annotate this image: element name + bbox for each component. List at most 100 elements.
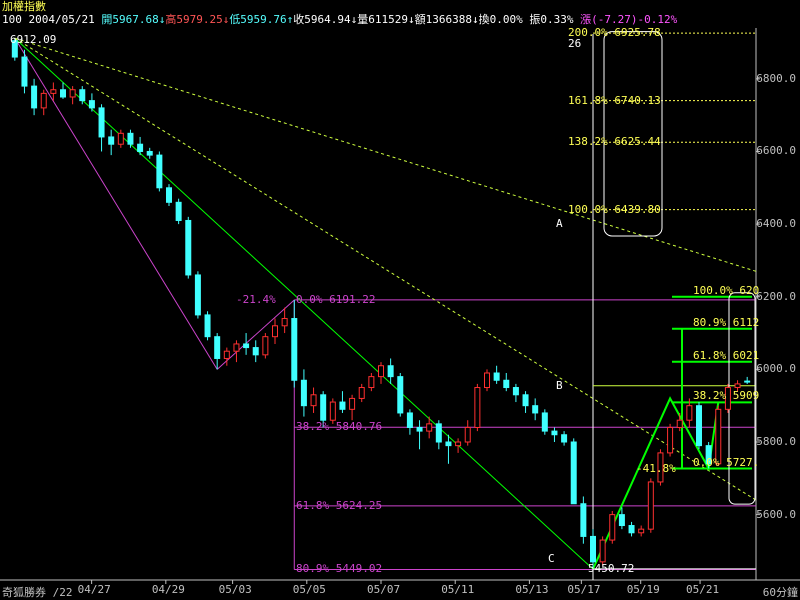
- candle-body: [493, 372, 500, 381]
- candle-body: [512, 387, 519, 396]
- candle-body: [368, 376, 375, 389]
- candle: [647, 478, 654, 533]
- candle-body: [320, 394, 327, 421]
- candle: [349, 394, 356, 421]
- candle-body: [618, 514, 625, 527]
- candle-body: [310, 394, 317, 407]
- candle-body: [262, 336, 269, 356]
- candle-body: [79, 89, 86, 102]
- candle: [484, 369, 490, 392]
- chart-stage[interactable]: 加權指數 100 2004/05/21 開5967.68↓高5979.25↓低5…: [0, 0, 800, 600]
- candle: [551, 427, 558, 442]
- candle: [156, 151, 163, 192]
- candle-body: [146, 150, 153, 156]
- candle-body: [744, 380, 751, 383]
- software-brand: 奇狐勝券 /22: [2, 586, 73, 599]
- candle: [744, 376, 751, 384]
- candle: [339, 391, 346, 413]
- candle: [300, 369, 307, 417]
- y-tick-label: 6000.0: [756, 362, 796, 376]
- candle-body: [50, 89, 57, 94]
- candle-body: [156, 154, 163, 189]
- candle-body: [185, 219, 192, 276]
- candle-body: [21, 56, 28, 87]
- right-fib-label: 80.9% 6112: [693, 315, 760, 329]
- candle-body: [166, 187, 172, 203]
- candle-body: [599, 539, 606, 563]
- candle: [108, 129, 115, 156]
- candle-body: [127, 132, 134, 145]
- candle: [503, 373, 510, 392]
- candle: [406, 409, 413, 435]
- candle-body: [233, 343, 240, 352]
- right-fib-label: 61.8% 6021: [693, 348, 760, 362]
- fib-label: 80.9% 5449.02: [296, 562, 383, 576]
- candle-body: [397, 376, 404, 414]
- candle: [435, 420, 442, 450]
- candle-body: [223, 350, 230, 359]
- magenta-trend-line: [14, 37, 218, 370]
- candle-body: [252, 347, 259, 356]
- x-tick-label: 05/07: [367, 583, 401, 596]
- candle: [127, 129, 134, 148]
- fib-label: -21.4%: [236, 292, 276, 306]
- candle: [233, 340, 240, 363]
- candle-body: [551, 430, 558, 436]
- candle: [397, 373, 404, 417]
- candle-body: [349, 397, 356, 410]
- candle-body: [580, 503, 587, 537]
- swing-label-b: B: [556, 378, 563, 392]
- candle: [696, 402, 702, 450]
- price-chart[interactable]: [0, 0, 800, 600]
- candle-body: [638, 528, 645, 534]
- candle: [214, 333, 221, 370]
- candle-body: [60, 89, 66, 98]
- right-fib-label: 38.2% 5909: [693, 389, 760, 403]
- candle: [455, 438, 462, 453]
- candle: [378, 362, 384, 384]
- candle-body: [734, 383, 741, 389]
- candle-body: [137, 143, 144, 152]
- candle-body: [426, 423, 433, 432]
- period-selector[interactable]: 60分鐘: [763, 584, 798, 600]
- candle-body: [108, 136, 115, 145]
- candle: [137, 136, 144, 156]
- candle-body: [339, 401, 346, 410]
- swing-label-c: C: [548, 552, 555, 566]
- candle: [243, 333, 250, 355]
- candle-body: [175, 201, 182, 221]
- candle-body: [387, 365, 394, 378]
- count-label: 26: [568, 37, 582, 50]
- x-tick-label: 05/11: [441, 583, 475, 596]
- x-tick-label: 05/05: [292, 583, 326, 596]
- candle: [185, 216, 192, 279]
- candle: [445, 434, 452, 464]
- candle: [291, 300, 298, 388]
- candle: [561, 431, 568, 446]
- candle-body: [541, 412, 548, 432]
- candle-body: [676, 419, 683, 428]
- candle: [493, 365, 500, 384]
- low-price-label: 5450.72: [588, 561, 635, 575]
- candle: [667, 423, 674, 457]
- candle: [88, 93, 95, 112]
- y-tick-label: 6800.0: [756, 71, 796, 85]
- candle: [194, 271, 201, 319]
- swing-label-a: A: [556, 217, 563, 231]
- candle: [60, 82, 66, 99]
- right-fib-label: 100.0% 620: [693, 283, 760, 297]
- candle: [252, 340, 259, 363]
- fib-label: 0.0% 6191.22: [296, 292, 376, 306]
- candle-body: [329, 401, 336, 421]
- fib-extension-label: 100.0% 6439.80: [568, 202, 661, 216]
- candle-body: [291, 318, 298, 381]
- candle: [146, 147, 153, 159]
- candle: [628, 521, 635, 537]
- candle: [31, 78, 38, 116]
- y-tick-label: 6400.0: [756, 217, 796, 231]
- candle-body: [696, 405, 702, 447]
- fib-label: 38.2% 5840.76: [296, 420, 383, 434]
- candle: [69, 86, 76, 105]
- neg-pct-label: -41.8%: [636, 461, 676, 475]
- candle-body: [570, 441, 577, 505]
